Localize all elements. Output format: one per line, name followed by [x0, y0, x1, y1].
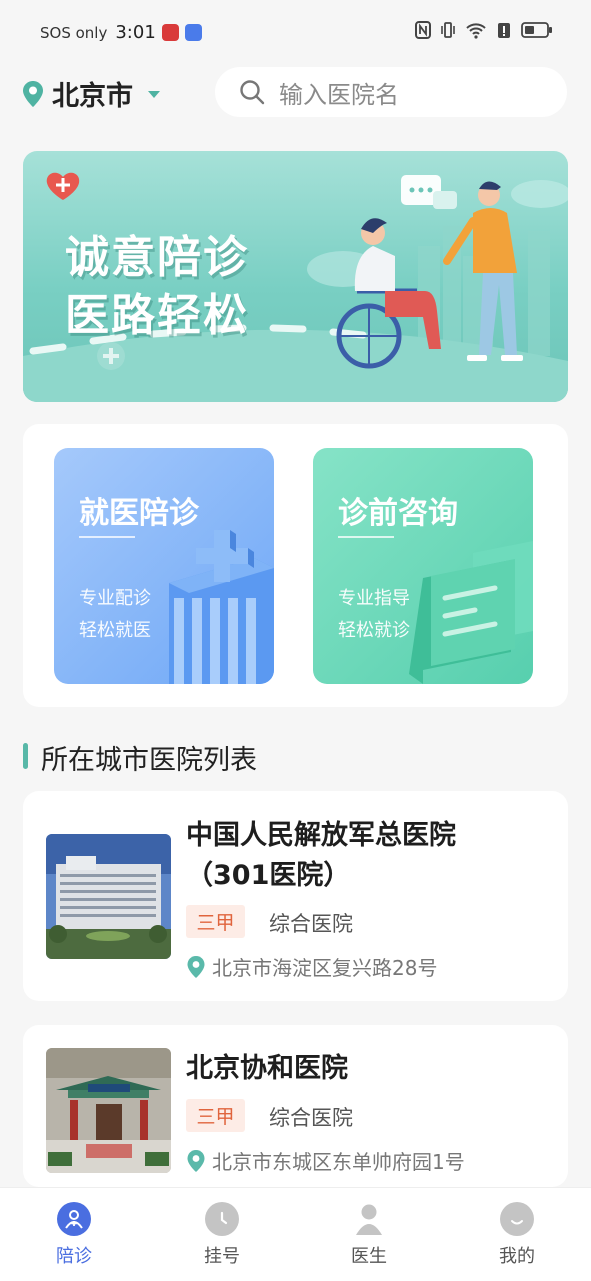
- service-subtitle: 轻松就诊: [338, 620, 410, 641]
- service-subtitle: 专业配诊: [79, 588, 151, 609]
- chat-document-icon: [409, 541, 533, 684]
- hospital-card[interactable]: 北京协和医院 三甲 综合医院 北京市东城区东单帅府园1号: [23, 1025, 568, 1187]
- vibrate-icon: [441, 22, 455, 38]
- battery-icon: [521, 22, 552, 38]
- wifi-icon: [466, 23, 486, 39]
- hospital-name: 中国人民解放军总医院: [186, 820, 456, 851]
- status-bar: SOS only 3:01: [0, 0, 591, 66]
- carrier-text: SOS only: [40, 23, 108, 42]
- notification-app-icon: [184, 24, 202, 41]
- hospital-photo: [46, 1048, 171, 1173]
- status-left: SOS only 3:01: [40, 22, 202, 43]
- city-selector[interactable]: 北京市: [22, 74, 161, 113]
- hospital-type: 综合医院: [269, 1106, 353, 1130]
- hospital-card[interactable]: 中国人民解放军总医院 （301医院） 三甲 综合医院 北京市海淀区复兴路28号: [23, 791, 568, 1001]
- building-icon: [169, 530, 274, 684]
- service-subtitle: 专业指导: [338, 588, 410, 609]
- search-input[interactable]: 输入医院名: [215, 67, 567, 117]
- promo-banner[interactable]: 诚意陪诊 医路轻松: [23, 151, 568, 402]
- notification-app-icon: [161, 24, 179, 41]
- search-icon: [240, 80, 265, 105]
- hospital-grade-badge: 三甲: [186, 905, 245, 938]
- profile-icon: [500, 1202, 534, 1236]
- service-subtitle: 轻松就医: [79, 620, 151, 641]
- hospital-grade-badge: 三甲: [186, 1099, 245, 1132]
- banner-title-line1: 诚意陪诊: [65, 232, 249, 283]
- hospital-name: 北京协和医院: [186, 1053, 348, 1084]
- clock: 3:01: [115, 22, 156, 43]
- hospital-address: 北京市海淀区复兴路28号: [186, 952, 437, 981]
- tab-profile[interactable]: 我的: [467, 1202, 567, 1268]
- search-placeholder: 输入医院名: [279, 80, 399, 109]
- city-name: 北京市: [52, 81, 133, 112]
- tab-label: 陪诊: [56, 1246, 92, 1267]
- tab-label: 我的: [499, 1246, 535, 1267]
- tab-companion[interactable]: 陪诊: [24, 1202, 124, 1268]
- tab-label: 挂号: [204, 1246, 240, 1267]
- location-pin-icon: [23, 80, 43, 107]
- service-title: 诊前咨询: [338, 496, 458, 531]
- banner-title-line2: 医路轻松: [65, 290, 249, 341]
- tab-registration[interactable]: 挂号: [172, 1202, 272, 1268]
- clock-icon: [205, 1202, 239, 1236]
- hospital-photo: [46, 834, 171, 959]
- hospital-name: （301医院）: [186, 860, 351, 891]
- service-title: 就医陪诊: [79, 496, 199, 531]
- section-title: 所在城市医院列表: [41, 745, 257, 776]
- caret-down-icon: [148, 90, 160, 98]
- title-underline: [338, 536, 394, 538]
- location-pin-icon: [187, 955, 205, 978]
- hospital-address-text: 北京市海淀区复兴路28号: [212, 956, 438, 980]
- nfc-icon: [415, 21, 431, 39]
- status-right: [415, 20, 553, 40]
- hospital-address-text: 北京市东城区东单帅府园1号: [212, 1150, 465, 1174]
- location-pin-icon: [187, 1149, 205, 1172]
- section-accent-bar: [23, 743, 28, 769]
- hospital-address: 北京市东城区东单帅府园1号: [186, 1146, 465, 1175]
- title-underline: [79, 536, 135, 538]
- service-consult-card[interactable]: 诊前咨询 专业指导 轻松就诊: [313, 448, 533, 684]
- service-card-container: 就医陪诊 专业配诊 轻松就医 诊前咨询 专业指导 轻松就诊: [23, 424, 568, 707]
- alert-icon: [498, 23, 510, 38]
- hospital-type: 综合医院: [269, 912, 353, 936]
- tab-doctor[interactable]: 医生: [319, 1202, 419, 1268]
- service-escort-card[interactable]: 就医陪诊 专业配诊 轻松就医: [54, 448, 274, 684]
- tab-label: 医生: [351, 1246, 387, 1267]
- doctor-icon: [352, 1202, 386, 1236]
- bottom-tab-bar: 陪诊 挂号 医生 我的: [0, 1187, 591, 1281]
- companion-icon: [57, 1202, 91, 1236]
